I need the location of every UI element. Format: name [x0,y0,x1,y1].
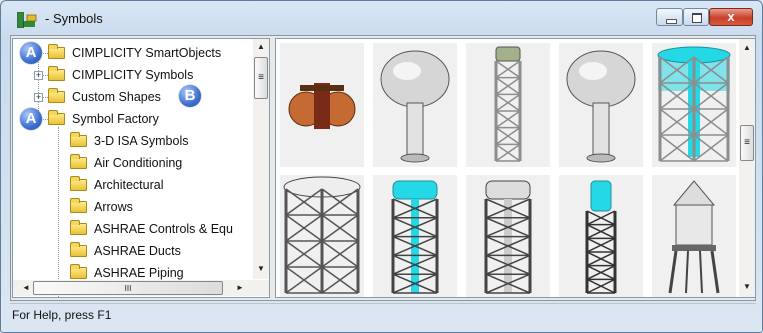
annotation-badge-a: A [20,108,42,130]
folder-icon [48,110,65,125]
thumb-grip: ≡ [744,137,750,148]
cyan-lattice-tower-icon [391,180,439,294]
scrollbar-thumb[interactable]: ≡ [254,57,268,99]
scroll-up-arrow[interactable]: ▲ [739,43,755,52]
maximize-button[interactable] [683,8,709,26]
lattice-tower-grey-icon [484,180,532,294]
folder-icon [70,198,87,213]
symbol-thumbnail-cyan-lattice-tank[interactable] [652,43,736,167]
app-icon [17,12,37,28]
water-tower-globe-2-icon [566,50,636,163]
window-title: - Symbols [45,11,103,26]
tree-item-label: Arrows [94,200,133,214]
expand-toggle[interactable]: + [34,93,43,102]
symbol-gallery[interactable]: ▲ ≡ ▼ [275,38,756,298]
symbol-thumbnail-water-tower-globe-2[interactable] [559,43,643,167]
folder-icon [48,66,65,81]
scroll-left-arrow[interactable]: ◄ [21,283,31,292]
symbols-window: - Symbols x + + CIMPLICITY SmartObjects … [0,0,763,333]
gallery-vertical-scrollbar[interactable]: ▲ ≡ ▼ [739,39,755,297]
expand-toggle[interactable]: + [34,71,43,80]
tree-item-label: 3-D ISA Symbols [94,134,189,148]
twin-spherical-tanks-icon [288,83,356,129]
symbol-thumbnail-twin-spherical-tanks[interactable] [280,43,364,167]
folder-icon [48,44,65,59]
folder-icon [48,88,65,103]
scrollbar-thumb[interactable]: ≡ [740,125,754,161]
tree-line [58,127,59,297]
annotation-badge-b: B [179,85,201,107]
scroll-right-arrow[interactable]: ► [235,283,245,292]
title-bar[interactable]: - Symbols x [1,1,762,37]
tree-item-label: Custom Shapes [72,90,161,104]
symbol-thumbnail-lattice-tank-grey[interactable] [280,175,364,297]
close-icon: x [727,9,735,24]
folder-icon [70,176,87,191]
folder-icon [70,242,87,257]
symbol-thumbnail-lattice-tower-grey[interactable] [466,175,550,297]
tree-horizontal-scrollbar[interactable]: ◄ III ► [13,280,269,296]
folder-icon [70,220,87,235]
symbol-thumbnail-water-tower-globe[interactable] [373,43,457,167]
water-tower-globe-icon [380,50,450,163]
tree-item-label: CIMPLICITY Symbols [72,68,194,82]
wooden-water-tower-icon [668,180,720,294]
lattice-tank-grey-icon [283,176,361,294]
symbol-thumbnail-lattice-water-tower[interactable] [466,43,550,167]
close-button[interactable]: x [709,8,753,26]
folder-icon [70,264,87,279]
tree-item-label: Symbol Factory [72,112,159,126]
status-text: For Help, press F1 [12,308,112,322]
symbol-thumbnail-wooden-water-tower[interactable] [652,175,736,297]
thumb-grip: III [124,284,132,293]
cyan-tall-lattice-tower-icon [585,180,617,294]
scrollbar-thumb[interactable]: III [33,281,223,295]
symbol-thumbnail-cyan-lattice-tower[interactable] [373,175,457,297]
scroll-up-arrow[interactable]: ▲ [253,42,269,51]
tree-item-label: Air Conditioning [94,156,183,170]
category-tree[interactable]: + + CIMPLICITY SmartObjects CIMPLICITY S… [12,38,270,298]
thumb-grip: ≡ [258,72,264,83]
tree-vertical-scrollbar[interactable]: ▲ ≡ ▼ [253,39,269,279]
minimize-button[interactable] [656,8,683,26]
tree-item-label: Architectural [94,178,164,192]
cyan-lattice-tank-icon [657,46,731,162]
scroll-down-arrow[interactable]: ▼ [739,282,755,291]
folder-icon [70,132,87,147]
symbol-thumbnail-cyan-tall-lattice-tower[interactable] [559,175,643,297]
tree-item-label: ASHRAE Ducts [94,244,181,258]
scroll-down-arrow[interactable]: ▼ [253,264,269,273]
tree-item-label: CIMPLICITY SmartObjects [72,46,222,60]
status-bar: For Help, press F1 [10,303,756,328]
tree-item-label: ASHRAE Controls & Equ [94,222,233,236]
folder-icon [70,154,87,169]
annotation-badge-a: A [20,42,42,64]
lattice-water-tower-icon [494,46,522,162]
